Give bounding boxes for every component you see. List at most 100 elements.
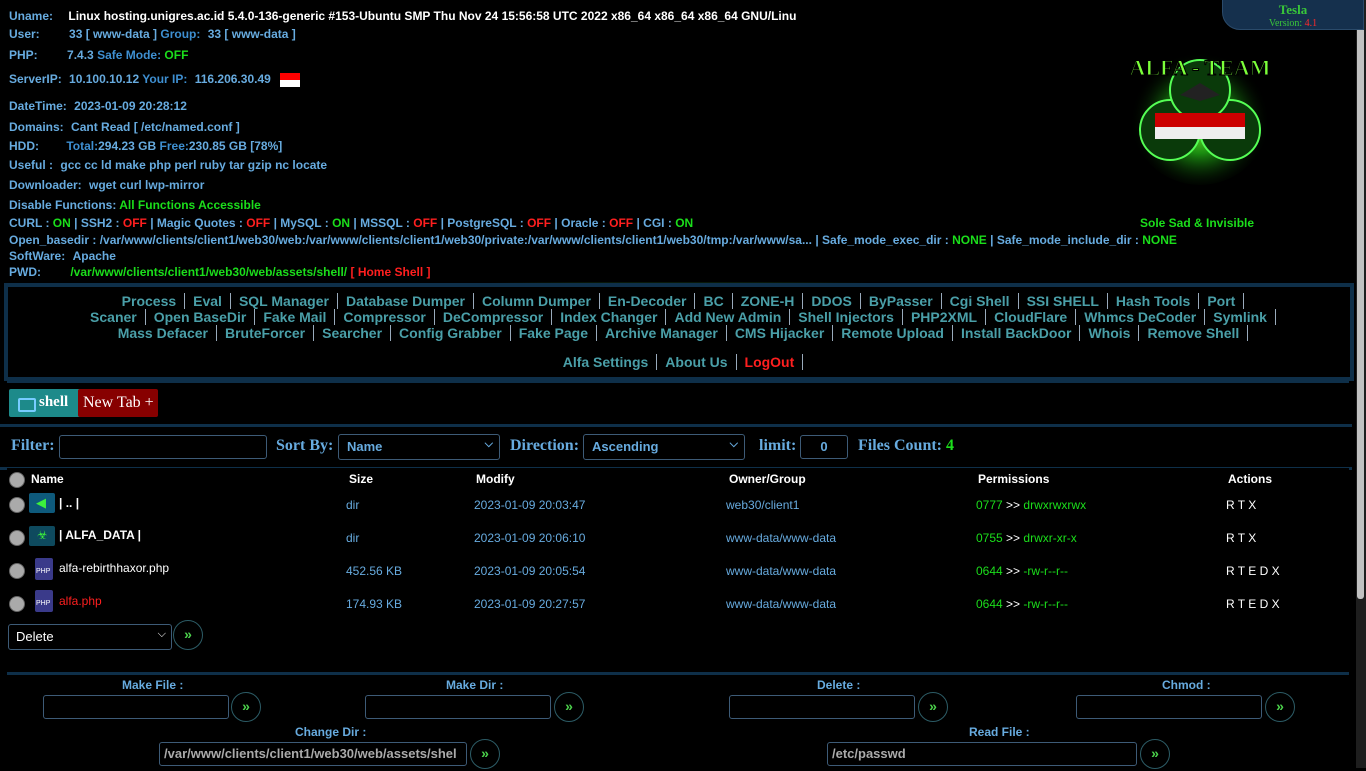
permissions-link[interactable]: 0644 >> -rw-r--r-- [976,564,1068,578]
menu-line-1: Process Eval SQL Manager Database Dumper Col… [8,293,1350,309]
menu-item-index-changer[interactable]: Index Changer [552,309,667,325]
menu-item-hash-tools[interactable]: Hash Tools [1107,293,1200,309]
menu-item-bc[interactable]: BC [695,293,733,309]
change-dir-go-button[interactable]: » [470,739,500,769]
limit-input[interactable]: 0 [800,435,848,459]
col-header-permissions[interactable]: Permissions [978,472,1049,486]
direction-select[interactable]: Ascending ⌵ [583,434,745,460]
make-file-go-button[interactable]: » [231,692,261,722]
back-folder-icon: ◀ [29,493,55,513]
menu-item-database-dumper[interactable]: Database Dumper [337,293,474,309]
tab-bar: shell New Tab + [7,380,1349,427]
tab-shell[interactable]: shell [9,389,83,417]
chmod-go-button[interactable]: » [1265,692,1295,722]
menu-item-bruteforcer[interactable]: BruteForcer [216,325,315,341]
menu-item-about-us[interactable]: About Us [657,354,737,370]
menu-item-alfa-settings[interactable]: Alfa Settings [554,354,658,370]
file-name[interactable]: alfa-rebirthhaxor.php [59,561,169,575]
read-file-input[interactable]: /etc/passwd [827,742,1137,766]
menu-item-logout[interactable]: LogOut [736,354,804,370]
menu-item-fake-page[interactable]: Fake Page [510,325,597,341]
menu-item-symlink[interactable]: Symlink [1205,309,1276,325]
row-actions[interactable]: R T X [1226,531,1256,545]
menu-item-en-decoder[interactable]: En-Decoder [599,293,696,309]
pwd-path-link[interactable]: /var/www/clients/client1/web30/web/asset… [70,265,347,279]
scrollbar-thumb[interactable] [1357,2,1364,599]
delete-input[interactable] [729,695,915,719]
menu-item-process[interactable]: Process [113,293,186,309]
version-badge: Tesla Version: 4.1 [1222,0,1364,30]
yourip-value: 116.206.30.49 [194,72,271,86]
sort-by-select[interactable]: Name ⌵ [338,434,500,460]
php-file-icon: PHP [35,590,53,612]
menu-item-remote-upload[interactable]: Remote Upload [833,325,953,341]
menu-item-ddos[interactable]: DDOS [803,293,861,309]
menu-item-bypasser[interactable]: ByPasser [860,293,942,309]
row-checkbox[interactable] [9,497,25,513]
file-name[interactable]: | .. | [59,496,79,510]
permissions-link[interactable]: 0777 >> drwxrwxrwx [976,498,1086,512]
menu-item-add-new-admin[interactable]: Add New Admin [666,309,791,325]
menu-item-cgi-shell[interactable]: Cgi Shell [941,293,1019,309]
select-all-checkbox[interactable] [9,472,25,488]
menu-item-cms-hijacker[interactable]: CMS Hijacker [726,325,834,341]
menu-item-remove-shell[interactable]: Remove Shell [1139,325,1249,341]
filter-input[interactable] [59,435,267,459]
row-actions[interactable]: R T X [1226,498,1256,512]
menu-item-php2xml[interactable]: PHP2XML [902,309,987,325]
row-actions[interactable]: R T E D X [1226,564,1280,578]
menu-item-install-backdoor[interactable]: Install BackDoor [952,325,1081,341]
menu-item-ssi-shell[interactable]: SSI SHELL [1018,293,1108,309]
menu-item-open-basedir[interactable]: Open BaseDir [145,309,256,325]
col-header-name[interactable]: Name [31,472,64,486]
menu-item-port[interactable]: Port [1199,293,1245,309]
menu-item-archive-manager[interactable]: Archive Manager [596,325,727,341]
row-checkbox[interactable] [9,530,25,546]
chevron-down-icon: ⌵ [157,628,166,640]
bulk-action-select[interactable]: Delete ⌵ [8,624,172,650]
make-dir-input[interactable] [365,695,551,719]
menu-item-column-dumper[interactable]: Column Dumper [474,293,600,309]
menu-item-searcher[interactable]: Searcher [314,325,392,341]
menu-item-mass-defacer[interactable]: Mass Defacer [109,325,217,341]
row-actions[interactable]: R T E D X [1226,597,1280,611]
col-header-owner[interactable]: Owner/Group [729,472,806,486]
menu-item-zone-h[interactable]: ZONE-H [732,293,804,309]
menu-item-scaner[interactable]: Scaner [82,309,146,325]
software-row: SoftWare: Apache [9,249,116,263]
useful-row: Useful : gcc cc ld make php perl ruby ta… [9,158,328,172]
col-header-modify[interactable]: Modify [476,472,515,486]
badge-name: Tesla [1278,2,1308,17]
menu-item-sql-manager[interactable]: SQL Manager [230,293,338,309]
feature-state: OFF [527,216,552,230]
pwd-row: PWD: /var/www/clients/client1/web30/web/… [9,265,431,279]
row-checkbox[interactable] [9,563,25,579]
menu-item-shell-injectors[interactable]: Shell Injectors [790,309,903,325]
uname-value: Linux hosting.unigres.ac.id 5.4.0-136-ge… [68,9,797,23]
menu-item-compressor[interactable]: Compressor [335,309,435,325]
delete-go-button[interactable]: » [918,692,948,722]
menu-item-whmcs-decoder[interactable]: Whmcs DeCoder [1076,309,1206,325]
row-checkbox[interactable] [9,596,25,612]
menu-item-decompressor[interactable]: DeCompressor [434,309,553,325]
change-dir-input[interactable]: /var/www/clients/client1/web30/web/asset… [159,742,467,766]
bulk-action-go-button[interactable]: » [173,620,203,650]
col-header-size[interactable]: Size [349,472,373,486]
chmod-input[interactable] [1076,695,1262,719]
menu-item-config-grabber[interactable]: Config Grabber [391,325,511,341]
new-tab-button[interactable]: New Tab + [78,389,158,417]
make-dir-go-button[interactable]: » [554,692,584,722]
menu-item-fake-mail[interactable]: Fake Mail [255,309,336,325]
permissions-link[interactable]: 0755 >> drwxr-xr-x [976,531,1077,545]
read-file-go-button[interactable]: » [1140,739,1170,769]
make-file-input[interactable] [43,695,229,719]
permissions-link[interactable]: 0644 >> -rw-r--r-- [976,597,1068,611]
user-row: User: 33 [ www-data ] Group: 33 [ www-da… [9,27,296,41]
file-name[interactable]: | ALFA_DATA | [59,528,141,542]
home-shell-link[interactable]: [ Home Shell ] [350,265,430,279]
php-file-icon: PHP [35,558,53,580]
menu-item-whois[interactable]: Whois [1080,325,1140,341]
file-name[interactable]: alfa.php [59,594,102,608]
menu-item-eval[interactable]: Eval [185,293,231,309]
menu-item-cloudflare[interactable]: CloudFlare [986,309,1077,325]
